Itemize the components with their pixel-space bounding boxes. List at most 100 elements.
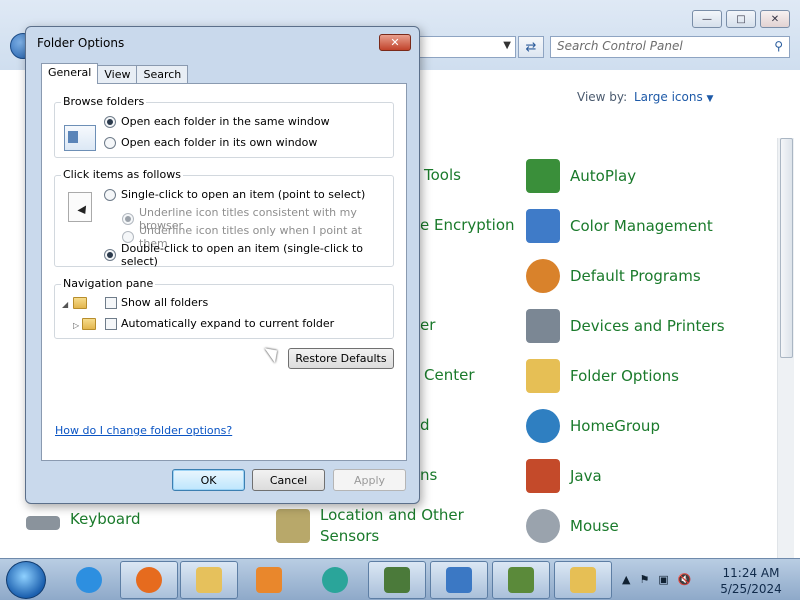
taskbar: ▲ ⚑ ▣ 🔇 11:24 AM 5/25/2024 bbox=[0, 558, 800, 600]
checkbox[interactable] bbox=[105, 296, 117, 309]
network-icon[interactable]: ▣ bbox=[658, 573, 668, 586]
chevron-down-icon: ▼ bbox=[706, 94, 714, 104]
cp-item-default-programs[interactable]: Default Programs bbox=[526, 259, 701, 293]
view-by-label: View by: bbox=[577, 90, 628, 104]
cp-item-homegroup[interactable]: HomeGroup bbox=[526, 409, 660, 443]
group-title: Navigation pane bbox=[61, 277, 156, 290]
ok-button[interactable]: OK bbox=[172, 469, 245, 491]
close-window-button[interactable]: ✕ bbox=[760, 10, 790, 28]
taskbar-control-panel[interactable] bbox=[430, 561, 488, 599]
refresh-button[interactable]: ⇄ bbox=[518, 36, 544, 58]
view-by-dropdown[interactable]: Large icons ▼ bbox=[634, 90, 713, 104]
chevron-down-icon[interactable]: ▼ bbox=[503, 40, 511, 51]
taskbar-folder-options[interactable] bbox=[554, 561, 612, 599]
cp-item-partial[interactable]: d bbox=[420, 416, 430, 434]
scrollbar-thumb[interactable] bbox=[780, 138, 793, 358]
action-center-flag-icon[interactable]: ⚑ bbox=[639, 573, 649, 586]
clock[interactable]: 11:24 AM 5/25/2024 bbox=[712, 565, 790, 597]
help-link[interactable]: How do I change folder options? bbox=[55, 424, 232, 437]
minecraft-icon bbox=[508, 567, 534, 593]
checkbox[interactable] bbox=[105, 317, 117, 330]
show-hidden-icons-icon[interactable]: ▲ bbox=[622, 573, 630, 586]
taskbar-edge[interactable] bbox=[306, 561, 364, 599]
homegroup-icon bbox=[526, 409, 560, 443]
folder-options-dialog: Folder Options ✕ General View Search Bro… bbox=[25, 26, 420, 504]
radio-double-click[interactable]: Double-click to open an item (single-cli… bbox=[104, 242, 393, 268]
click-pointer-icon bbox=[68, 192, 92, 222]
radio-button[interactable] bbox=[104, 115, 116, 128]
tree-expanded-icon: ◢ bbox=[62, 300, 69, 309]
cp-item-color-management[interactable]: Color Management bbox=[526, 209, 713, 243]
group-title: Click items as follows bbox=[61, 168, 183, 181]
folder-icon bbox=[73, 297, 87, 309]
refresh-icon: ⇄ bbox=[525, 39, 537, 55]
close-icon: ✕ bbox=[390, 36, 400, 49]
taskbar-windows-explorer[interactable] bbox=[180, 561, 238, 599]
dialog-title: Folder Options bbox=[37, 36, 125, 50]
radio-same-window[interactable]: Open each folder in the same window bbox=[104, 115, 330, 128]
control-panel-icon bbox=[446, 567, 472, 593]
address-bar[interactable]: ▼ bbox=[420, 36, 516, 58]
folder-icon bbox=[196, 567, 222, 593]
folder-options-icon bbox=[526, 359, 560, 393]
general-tab-panel: Browse folders Open each folder in the s… bbox=[41, 83, 407, 461]
restore-defaults-button[interactable]: Restore Defaults bbox=[288, 348, 394, 369]
maximize-button[interactable]: □ bbox=[726, 10, 756, 28]
autoplay-icon bbox=[526, 159, 560, 193]
cancel-button[interactable]: Cancel bbox=[252, 469, 325, 491]
cp-item-java[interactable]: Java bbox=[526, 459, 602, 493]
tab-view[interactable]: View bbox=[97, 65, 138, 84]
cp-item-location-sensors[interactable]: Location and Other Sensors bbox=[276, 505, 470, 547]
taskbar-minecraft[interactable] bbox=[492, 561, 550, 599]
tab-general[interactable]: General bbox=[41, 63, 99, 84]
radio-button[interactable] bbox=[104, 136, 116, 149]
cp-item-partial[interactable]: e Encryption bbox=[420, 216, 515, 234]
radio-single-click[interactable]: Single-click to open an item (point to s… bbox=[104, 188, 365, 201]
cp-item-partial[interactable]: Tools bbox=[424, 166, 461, 184]
volume-muted-icon[interactable]: 🔇 bbox=[678, 573, 692, 586]
java-icon bbox=[526, 459, 560, 493]
taskbar-document-app[interactable] bbox=[368, 561, 426, 599]
default-programs-icon bbox=[526, 259, 560, 293]
mouse-icon bbox=[526, 509, 560, 543]
taskbar-firefox[interactable] bbox=[120, 561, 178, 599]
cp-item-devices-printers[interactable]: Devices and Printers bbox=[526, 309, 725, 343]
taskbar-internet-explorer[interactable] bbox=[60, 561, 118, 599]
cp-item-partial[interactable]: Center bbox=[424, 366, 475, 384]
folder-options-icon bbox=[570, 567, 596, 593]
radio-button[interactable] bbox=[104, 188, 116, 201]
apply-button[interactable]: Apply bbox=[333, 469, 406, 491]
search-icon[interactable]: ⚲ bbox=[774, 39, 783, 53]
clock-date: 5/25/2024 bbox=[720, 582, 782, 596]
tab-search[interactable]: Search bbox=[136, 65, 189, 84]
firefox-icon bbox=[136, 567, 162, 593]
checkbox-auto-expand[interactable]: Automatically expand to current folder bbox=[105, 317, 334, 330]
minimize-button[interactable]: — bbox=[692, 10, 722, 28]
keyboard-icon bbox=[26, 515, 60, 530]
browse-folders-group: Browse folders Open each folder in the s… bbox=[54, 95, 394, 158]
dialog-close-button[interactable]: ✕ bbox=[379, 34, 411, 51]
cp-item-folder-options[interactable]: Folder Options bbox=[526, 359, 679, 393]
radio-own-window[interactable]: Open each folder in its own window bbox=[104, 136, 317, 149]
tab-strip: General View Search bbox=[41, 63, 189, 84]
location-sensors-icon bbox=[276, 509, 310, 543]
taskbar-media-player[interactable] bbox=[240, 561, 298, 599]
cp-item-autoplay[interactable]: AutoPlay bbox=[526, 159, 636, 193]
devices-printers-icon bbox=[526, 309, 560, 343]
scrollbar[interactable] bbox=[777, 138, 794, 558]
media-player-icon bbox=[256, 567, 282, 593]
clock-time: 11:24 AM bbox=[722, 566, 780, 580]
folder-icon bbox=[82, 318, 96, 330]
search-input[interactable]: Search Control Panel ⚲ bbox=[550, 36, 790, 58]
cp-item-mouse[interactable]: Mouse bbox=[526, 509, 619, 543]
color-management-icon bbox=[526, 209, 560, 243]
tree-collapsed-icon: ▷ bbox=[73, 321, 80, 330]
start-button[interactable] bbox=[6, 561, 46, 599]
radio-button[interactable] bbox=[104, 249, 116, 261]
checkbox-show-all-folders[interactable]: Show all folders bbox=[105, 296, 208, 309]
group-title: Browse folders bbox=[61, 95, 147, 108]
cp-item-keyboard[interactable]: Keyboard bbox=[26, 509, 141, 530]
cp-item-partial[interactable]: ns bbox=[420, 466, 437, 484]
click-items-group: Click items as follows Single-click to o… bbox=[54, 168, 394, 268]
cp-item-partial[interactable]: er bbox=[420, 316, 435, 334]
